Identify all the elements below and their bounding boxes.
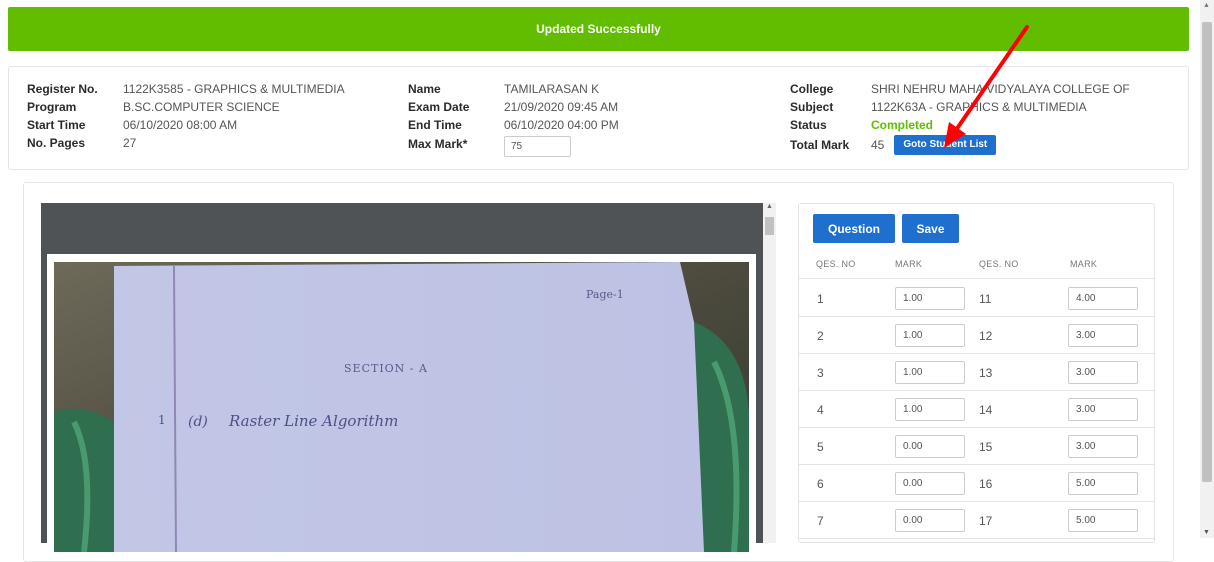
- question-button[interactable]: Question: [813, 214, 895, 243]
- table-row: 4 14: [799, 391, 1154, 428]
- question-number: 5: [817, 440, 824, 454]
- total-mark-value: 45: [871, 138, 885, 152]
- question-number: 1: [817, 292, 824, 306]
- answer-text: Raster Line Algorithm: [228, 412, 398, 430]
- table-row: 2 12: [799, 317, 1154, 354]
- mark-input[interactable]: [1068, 361, 1138, 384]
- mark-input[interactable]: [1068, 398, 1138, 421]
- question-number: 3: [817, 366, 824, 380]
- mark-input[interactable]: [1068, 324, 1138, 347]
- section-heading: SECTION - A: [344, 362, 428, 375]
- max-mark-label: Max Mark*: [408, 137, 468, 151]
- max-mark-input[interactable]: [504, 135, 571, 157]
- mark-input[interactable]: [1068, 435, 1138, 458]
- name-label: Name: [408, 82, 441, 96]
- mark-input[interactable]: [895, 361, 965, 384]
- scrollbar-thumb[interactable]: [1202, 22, 1212, 482]
- viewer-scrollbar-thumb[interactable]: [765, 217, 774, 235]
- no-pages-label: No. Pages: [27, 136, 86, 150]
- page-label: Page-1: [586, 288, 624, 301]
- college-value: SHRI NEHRU MAHA VIDYALAYA COLLEGE OF: [871, 82, 1130, 96]
- question-number: 17: [979, 514, 993, 528]
- exam-date-value: 21/09/2020 09:45 AM: [504, 100, 619, 114]
- program-value: B.SC.COMPUTER SCIENCE: [123, 100, 280, 114]
- question-number: 6: [817, 477, 824, 491]
- answer-paper: [114, 262, 704, 552]
- answer-sheet-photo: Page-1 SECTION - A 1 (d) Raster Line Alg…: [54, 262, 749, 552]
- mark-input[interactable]: [895, 472, 965, 495]
- scroll-up-arrow-icon[interactable]: ▲: [1203, 2, 1210, 9]
- header-mark-1: MARK: [895, 259, 923, 269]
- mark-input[interactable]: [895, 324, 965, 347]
- question-number: 12: [979, 329, 993, 343]
- info-column-2: Name TAMILARASAN K Exam Date 21/09/2020 09…: [408, 80, 619, 157]
- question-number: 7: [817, 514, 824, 528]
- save-button[interactable]: Save: [902, 214, 959, 243]
- question-number: 2: [817, 329, 824, 343]
- mark-input[interactable]: [895, 509, 965, 532]
- register-no-label: Register No.: [27, 82, 98, 96]
- header-qes-no-2: QES. NO: [979, 259, 1019, 269]
- question-number: 16: [979, 477, 993, 491]
- total-mark-label: Total Mark: [790, 138, 850, 152]
- college-label: College: [790, 82, 834, 96]
- table-row: 5 15: [799, 428, 1154, 465]
- table-row: 1 11: [799, 280, 1154, 317]
- subject-value: 1122K63A - GRAPHICS & MULTIMEDIA: [871, 100, 1087, 114]
- student-info-card: Register No. 1122K3585 - GRAPHICS & MULTI…: [8, 66, 1189, 170]
- mark-input[interactable]: [895, 435, 965, 458]
- table-row: 3 13: [799, 354, 1154, 391]
- question-number: 13: [979, 366, 993, 380]
- goto-student-list-button[interactable]: Goto Student List: [894, 135, 997, 155]
- answer-option: (d): [188, 414, 208, 430]
- table-row: 6 16: [799, 465, 1154, 502]
- status-label: Status: [790, 118, 827, 132]
- program-label: Program: [27, 100, 77, 114]
- info-column-1: Register No. 1122K3585 - GRAPHICS & MULTI…: [27, 80, 345, 152]
- register-no-value: 1122K3585 - GRAPHICS & MULTIMEDIA: [123, 82, 345, 96]
- header-mark-2: MARK: [1070, 259, 1098, 269]
- mark-input[interactable]: [895, 287, 965, 310]
- page-scrollbar[interactable]: ▲ ▼: [1200, 0, 1214, 538]
- mark-input[interactable]: [895, 398, 965, 421]
- header-qes-no-1: QES. NO: [816, 259, 856, 269]
- end-time-value: 06/10/2020 04:00 PM: [504, 118, 619, 132]
- marks-table-header: QES. NO MARK QES. NO MARK: [799, 251, 1154, 279]
- scroll-down-arrow-icon[interactable]: ▼: [1203, 529, 1210, 536]
- viewer-scroll-up-icon[interactable]: ▲: [766, 203, 773, 210]
- status-badge: Completed: [871, 118, 934, 132]
- start-time-value: 06/10/2020 08:00 AM: [123, 118, 238, 132]
- question-number: 15: [979, 440, 993, 454]
- start-time-label: Start Time: [27, 118, 86, 132]
- end-time-label: End Time: [408, 118, 462, 132]
- mark-input[interactable]: [1068, 509, 1138, 532]
- mark-input[interactable]: [1068, 472, 1138, 495]
- question-number: 11: [979, 292, 992, 306]
- viewer-scrollbar[interactable]: ▲: [763, 203, 776, 543]
- exam-date-label: Exam Date: [408, 100, 470, 114]
- no-pages-value: 27: [123, 136, 137, 150]
- mark-input[interactable]: [1068, 287, 1138, 310]
- subject-label: Subject: [790, 100, 834, 114]
- success-message: Updated Successfully: [536, 22, 661, 36]
- info-column-3: College SHRI NEHRU MAHA VIDYALAYA COLLEGE…: [790, 80, 1130, 156]
- table-row: 7 17: [799, 502, 1154, 539]
- success-banner: Updated Successfully: [8, 7, 1189, 51]
- marks-panel: Question Save QES. NO MARK QES. NO MARK …: [798, 203, 1155, 543]
- question-number: 4: [817, 403, 824, 417]
- answer-number: 1: [158, 413, 166, 427]
- question-number: 14: [979, 403, 993, 417]
- name-value: TAMILARASAN K: [504, 82, 600, 96]
